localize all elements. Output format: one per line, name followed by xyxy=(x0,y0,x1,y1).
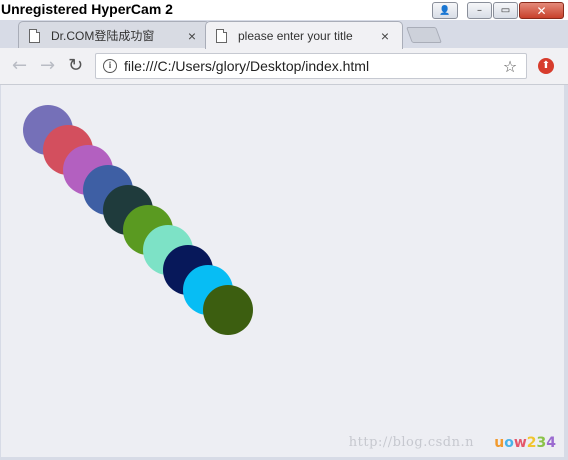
watermark-logo-letter: u xyxy=(494,435,505,451)
document-icon xyxy=(216,28,227,43)
watermark-logo: uow234 xyxy=(494,435,556,451)
forward-arrow-icon[interactable]: → xyxy=(40,56,55,76)
address-bar[interactable]: i file:///C:/Users/glory/Desktop/index.h… xyxy=(95,53,527,79)
close-window-button[interactable]: ✕ xyxy=(519,2,564,19)
document-icon xyxy=(29,28,40,43)
watermark-logo-letter: w xyxy=(513,435,527,451)
maximize-button[interactable]: ▭ xyxy=(493,2,518,19)
user-profile-button[interactable]: 👤 xyxy=(432,2,458,19)
close-icon: ✕ xyxy=(536,3,547,18)
info-icon[interactable]: i xyxy=(103,59,117,73)
watermark-logo-letter: o xyxy=(504,435,514,451)
tab-close-icon[interactable]: × xyxy=(185,28,199,44)
browser-toolbar: ← → ↻ i file:///C:/Users/glory/Desktop/i… xyxy=(0,48,568,85)
tab-index[interactable]: please enter your title × xyxy=(205,21,403,49)
user-icon: 👤 xyxy=(439,5,451,16)
watermark-logo-letter: 2 xyxy=(526,435,537,451)
back-arrow-icon[interactable]: ← xyxy=(12,56,27,76)
watermark-logo-letter: 4 xyxy=(546,435,556,451)
minimize-icon: – xyxy=(477,5,482,16)
window-titlebar: Unregistered HyperCam 2 👤 – ▭ ✕ xyxy=(0,0,568,20)
tab-strip: Dr.COM登陆成功窗 × please enter your title × xyxy=(0,20,568,49)
ball-10 xyxy=(203,285,253,335)
recorder-watermark-title: Unregistered HyperCam 2 xyxy=(1,1,173,17)
maximize-icon: ▭ xyxy=(500,5,511,16)
page-viewport: http://blog.csdn.n uow234 xyxy=(1,85,564,457)
reload-icon[interactable]: ↻ xyxy=(68,56,83,76)
new-tab-button[interactable] xyxy=(406,27,442,43)
tab-label: Dr.COM登陆成功窗 xyxy=(51,29,155,43)
tab-close-icon[interactable]: × xyxy=(378,28,392,44)
bookmark-star-icon[interactable]: ☆ xyxy=(500,57,520,76)
tab-drcom[interactable]: Dr.COM登陆成功窗 × xyxy=(18,21,210,49)
minimize-button[interactable]: – xyxy=(467,2,492,19)
tab-label: please enter your title xyxy=(238,28,353,43)
extension-upload-icon[interactable]: ⬆ xyxy=(538,58,554,74)
url-text[interactable]: file:///C:/Users/glory/Desktop/index.htm… xyxy=(124,58,500,74)
watermark-url: http://blog.csdn.n xyxy=(348,435,474,450)
watermark-logo-letter: 3 xyxy=(536,435,547,451)
